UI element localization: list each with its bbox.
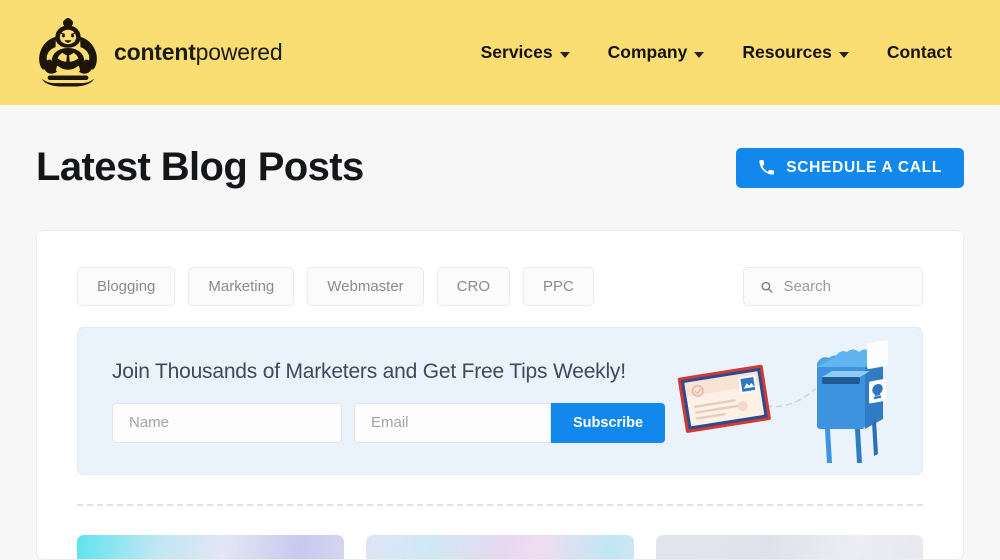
blog-post-card[interactable]	[366, 535, 634, 559]
nav-item-resources[interactable]: Resources	[742, 42, 849, 63]
chevron-down-icon	[694, 51, 705, 58]
search-icon	[761, 281, 773, 293]
newsletter-illustration	[665, 328, 900, 474]
blog-content-card: Blogging Marketing Webmaster CRO PPC Sea…	[36, 230, 964, 560]
page-title-row: Latest Blog Posts SCHEDULE A CALL	[36, 105, 964, 230]
blog-post-card[interactable]	[77, 535, 345, 559]
section-divider	[77, 504, 923, 506]
filter-tag-ppc[interactable]: PPC	[523, 267, 594, 306]
brand-word-content: content	[114, 39, 196, 65]
filter-row: Blogging Marketing Webmaster CRO PPC	[77, 267, 923, 306]
newsletter-email-input[interactable]	[354, 402, 551, 443]
blog-post-card[interactable]	[655, 535, 923, 559]
phone-icon	[759, 160, 775, 175]
nav-label-contact: Contact	[886, 42, 952, 62]
schedule-a-call-button[interactable]: SCHEDULE A CALL	[736, 147, 964, 188]
blog-post-grid	[77, 535, 923, 559]
filter-tag-webmaster[interactable]: Webmaster	[307, 267, 424, 306]
filter-tag-label: Webmaster	[327, 278, 404, 295]
mailbox-and-envelope-icon	[677, 340, 889, 463]
filter-tag-label: CRO	[456, 278, 491, 295]
brand-word-powered: powered	[195, 39, 283, 65]
newsletter-heading: Join Thousands of Marketers and Get Free…	[112, 359, 626, 383]
page-title: Latest Blog Posts	[36, 145, 364, 189]
nav-item-contact[interactable]: Contact	[887, 42, 952, 63]
nav-label-services: Services	[480, 42, 553, 62]
page-body: Latest Blog Posts SCHEDULE A CALL Bloggi…	[0, 105, 1000, 560]
filter-tag-cro[interactable]: CRO	[436, 267, 511, 306]
sumo-wrestler-logo-icon	[39, 17, 97, 86]
filter-tag-label: Blogging	[97, 278, 156, 295]
newsletter-form: Subscribe	[112, 402, 666, 443]
site-header: contentpowered Services Company Resource…	[0, 0, 1000, 105]
filter-tag-marketing[interactable]: Marketing	[188, 267, 295, 306]
subscribe-button[interactable]: Subscribe	[551, 402, 666, 443]
brand-logo-link[interactable]: contentpowered	[36, 16, 283, 90]
cta-label: SCHEDULE A CALL	[786, 158, 942, 176]
chevron-down-icon	[838, 51, 849, 58]
filter-tag-blogging[interactable]: Blogging	[77, 267, 176, 306]
nav-item-company[interactable]: Company	[608, 42, 705, 63]
nav-label-resources: Resources	[742, 42, 832, 62]
nav-label-company: Company	[607, 42, 688, 62]
filter-tag-label: PPC	[543, 278, 574, 295]
search-input[interactable]	[783, 278, 906, 295]
search-box[interactable]	[743, 267, 923, 306]
chevron-down-icon	[559, 51, 570, 58]
brand-wordmark: contentpowered	[114, 39, 283, 66]
main-navigation: Services Company Resources Contact	[481, 42, 964, 63]
nav-item-services[interactable]: Services	[481, 42, 570, 63]
newsletter-signup-banner: Join Thousands of Marketers and Get Free…	[77, 327, 923, 475]
newsletter-name-input[interactable]	[112, 402, 342, 443]
filter-tag-label: Marketing	[208, 278, 275, 295]
newsletter-content: Join Thousands of Marketers and Get Free…	[112, 359, 666, 443]
